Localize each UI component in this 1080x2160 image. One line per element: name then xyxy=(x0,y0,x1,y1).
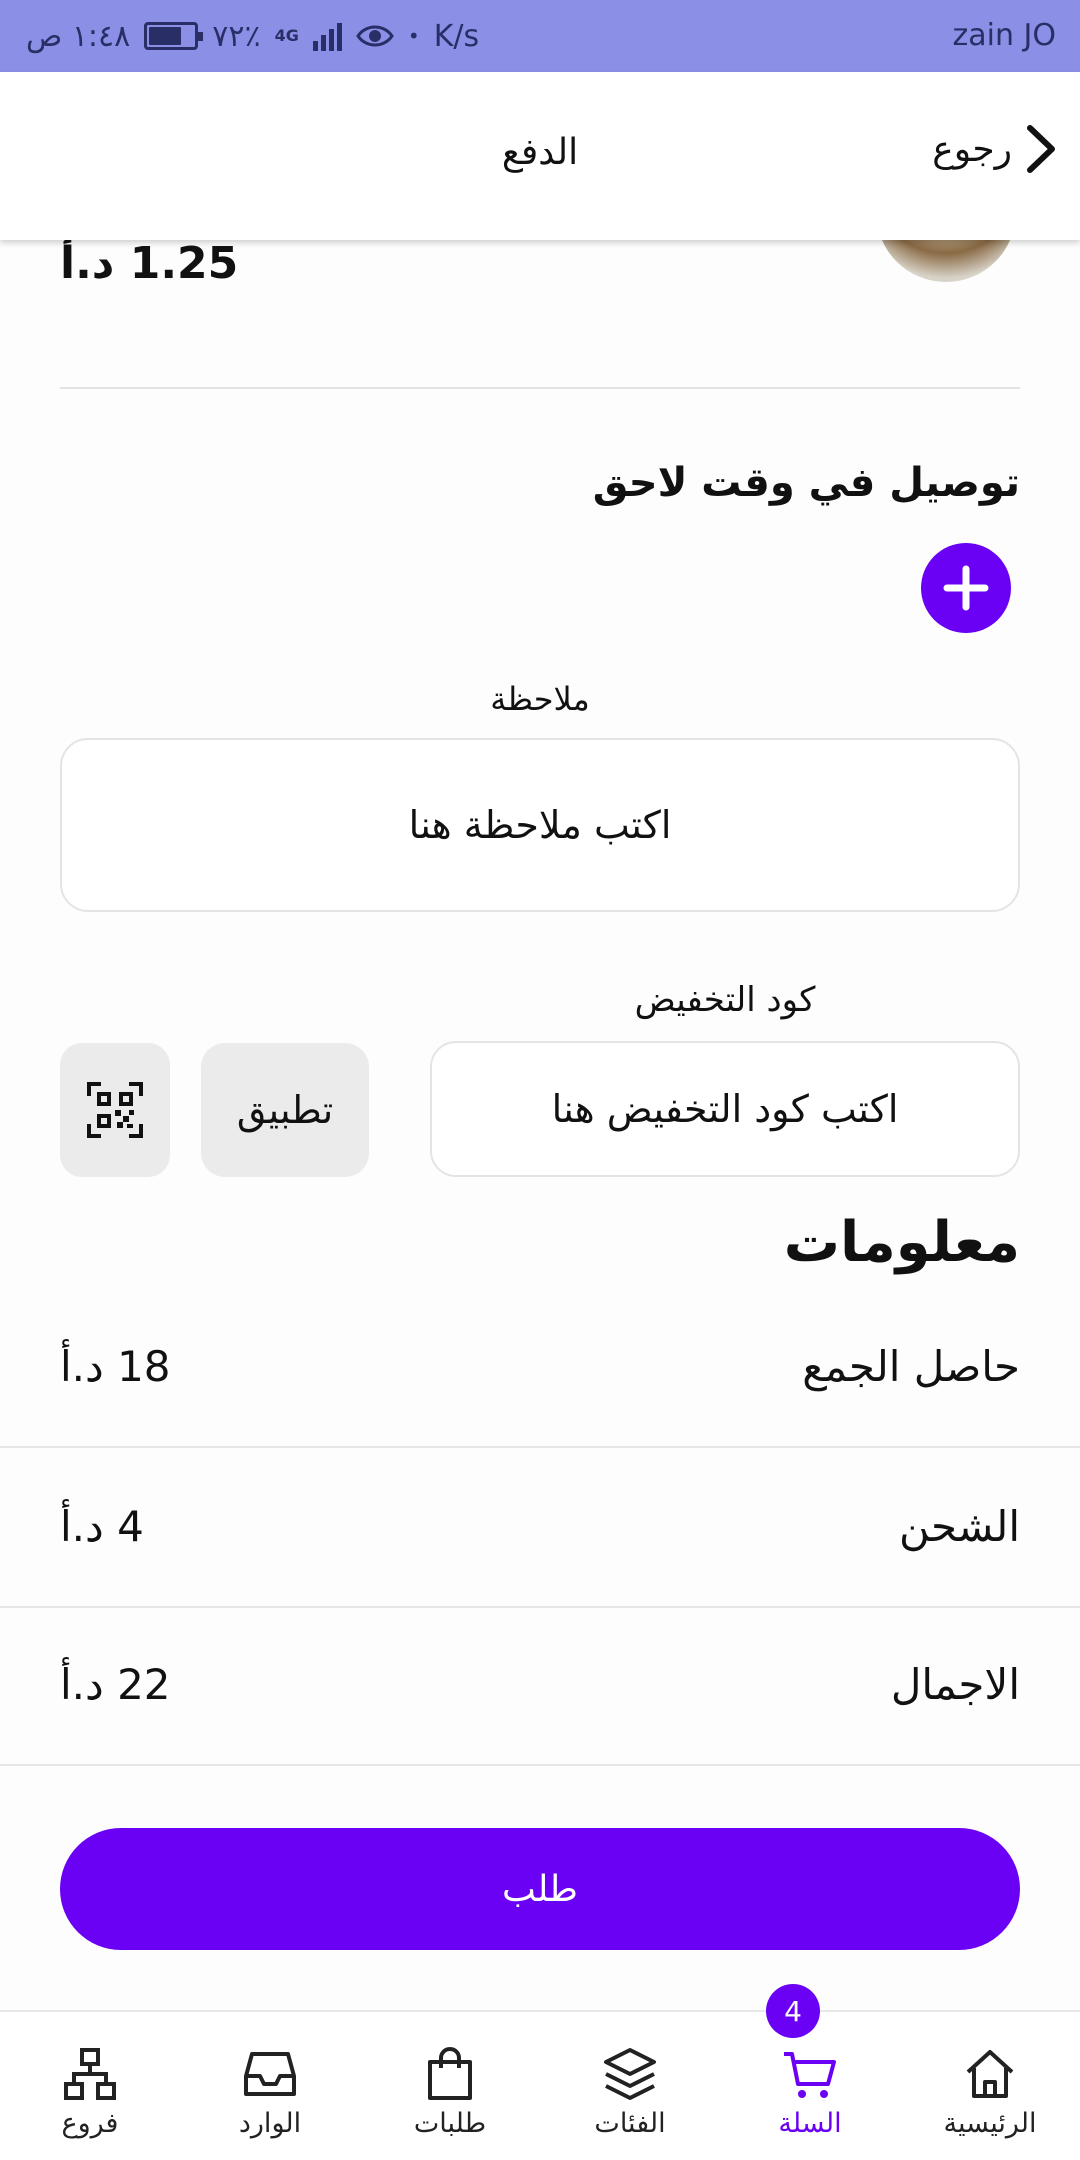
inbox-icon xyxy=(244,2052,296,2096)
coupon-label: كود التخفيض xyxy=(634,980,816,1020)
nav-categories[interactable]: الفئات xyxy=(540,2044,720,2154)
note-label: ملاحظة xyxy=(490,680,590,718)
battery-level: ٧٢٪ xyxy=(212,18,261,54)
nav-inbox-label: الوارد xyxy=(238,2108,302,2139)
nav-inbox[interactable]: الوارد xyxy=(180,2044,360,2154)
signal-icon xyxy=(312,21,342,51)
subtotal-label: حاصل الجمع xyxy=(802,1342,1020,1391)
nav-branches-label: فروع xyxy=(61,2108,119,2139)
delivery-later-title: توصيل في وقت لاحق xyxy=(592,460,1020,506)
page-title: الدفع xyxy=(501,132,579,173)
total-value: 22 د.أ xyxy=(60,1660,171,1709)
nav-cart[interactable]: السلة xyxy=(720,2044,900,2154)
item-price: 1.25 د.أ xyxy=(60,238,239,289)
layers-icon xyxy=(604,2048,656,2100)
coupon-input[interactable]: اكتب كود التخفيض هنا xyxy=(430,1041,1020,1177)
add-delivery-time-button[interactable] xyxy=(921,543,1011,633)
place-order-button[interactable]: طلب xyxy=(60,1828,1020,1950)
branches-icon xyxy=(64,2048,116,2100)
battery-icon xyxy=(144,22,204,50)
nav-home[interactable]: الرئيسية xyxy=(900,2044,1080,2154)
shipping-value: 4 د.أ xyxy=(60,1502,144,1551)
plus-icon xyxy=(943,565,989,611)
carrier-name: zain JO xyxy=(952,18,1056,53)
network-type: 4G xyxy=(274,26,299,45)
home-icon xyxy=(966,2050,1014,2098)
nav-orders-label: طلبات xyxy=(413,2108,487,2139)
eye-icon xyxy=(356,25,394,47)
nav-orders[interactable]: طلبات xyxy=(360,2044,540,2154)
note-input[interactable]: اكتب ملاحظة هنا xyxy=(60,738,1020,912)
dot-separator: • xyxy=(407,24,420,48)
nav-branches[interactable]: فروع xyxy=(0,2044,180,2154)
info-title: معلومات xyxy=(783,1210,1020,1275)
cart-count-badge: 4 xyxy=(766,1984,820,2038)
status-left: ١:٤٨ ص ٧٢٪ 4G • K/s xyxy=(26,14,479,58)
total-row: الاجمال 22 د.أ xyxy=(0,1608,1080,1766)
nav-cart-label: السلة xyxy=(778,2108,842,2139)
cart-icon xyxy=(784,2052,836,2098)
back-button[interactable]: رجوع xyxy=(932,124,1058,174)
divider xyxy=(60,387,1020,389)
qr-scan-button[interactable] xyxy=(60,1043,170,1177)
nav-home-label: الرئيسية xyxy=(943,2108,1037,2139)
bag-icon xyxy=(428,2047,472,2100)
apply-coupon-button[interactable]: تطبيق xyxy=(201,1043,369,1177)
subtotal-value: 18 د.أ xyxy=(60,1342,171,1391)
shipping-row: الشحن 4 د.أ xyxy=(0,1450,1080,1608)
status-bar: ١:٤٨ ص ٧٢٪ 4G • K/s zain JO xyxy=(0,0,1080,72)
clock: ١:٤٨ ص xyxy=(26,18,131,54)
shipping-label: الشحن xyxy=(898,1502,1020,1551)
bottom-nav: الرئيسية السلة الفئات طلبات الوارد فروع xyxy=(0,2010,1080,2160)
nav-categories-label: الفئات xyxy=(594,2108,666,2139)
total-label: الاجمال xyxy=(890,1660,1020,1709)
network-speed: K/s xyxy=(433,18,480,54)
chevron-right-icon xyxy=(1027,125,1055,173)
subtotal-row: حاصل الجمع 18 د.أ xyxy=(0,1290,1080,1448)
back-label: رجوع xyxy=(932,128,1012,170)
app-header: الدفع رجوع xyxy=(0,72,1080,240)
qr-code-icon xyxy=(87,1082,143,1138)
